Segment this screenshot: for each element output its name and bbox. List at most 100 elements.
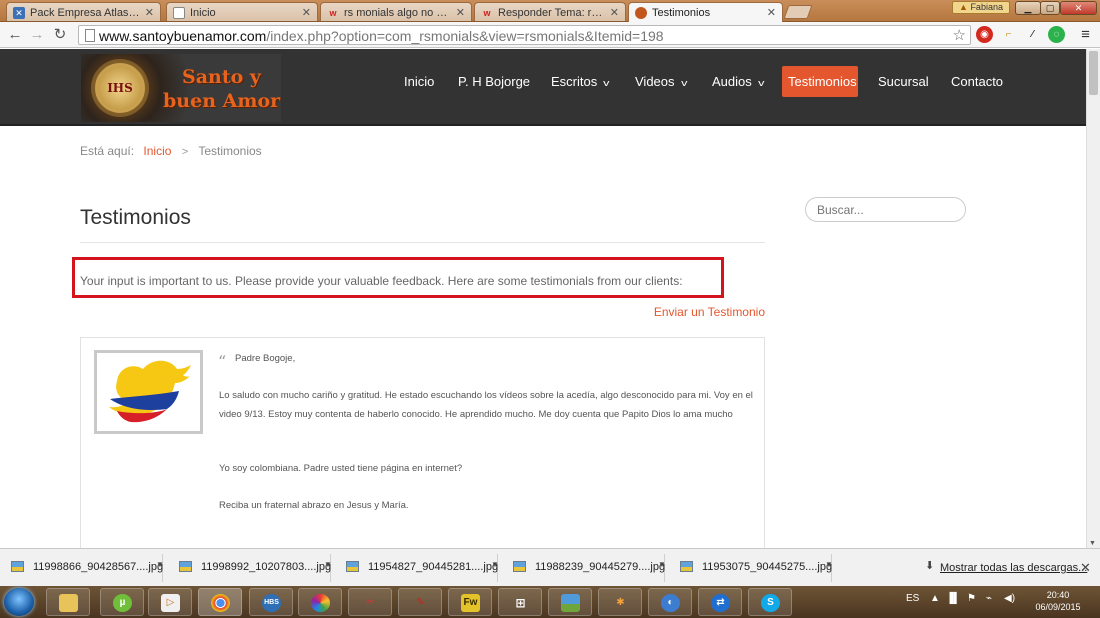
download-arrow-icon: ⬇ xyxy=(925,560,935,572)
browser-tab[interactable]: w rs monials algo no se trad ✕ xyxy=(320,2,472,22)
breadcrumb-home-link[interactable]: Inicio xyxy=(143,144,171,158)
address-bar[interactable]: www.santoybuenamor.com/index.php?option=… xyxy=(78,25,971,45)
chevron-down-icon: v xyxy=(680,78,687,88)
close-icon[interactable]: ✕ xyxy=(145,6,154,19)
user-profile-chip[interactable]: ▲ Fabiana xyxy=(952,1,1010,14)
logo-text-line2: buen Amor xyxy=(163,90,281,112)
send-testimonial-link[interactable]: Enviar un Testimonio xyxy=(654,305,765,319)
system-clock[interactable]: 20:40 06/09/2015 xyxy=(1030,589,1086,613)
clock-time: 20:40 xyxy=(1046,590,1070,600)
teamviewer-icon[interactable]: ⇄ xyxy=(698,588,742,616)
scroll-down-icon[interactable]: ▼ xyxy=(1089,540,1096,547)
tab-title: rs monials algo no se trad xyxy=(344,6,452,19)
photo-viewer-icon[interactable] xyxy=(548,588,592,616)
tools-icon[interactable]: ✂ xyxy=(348,588,392,616)
writer-icon[interactable]: ✎ xyxy=(398,588,442,616)
nav-item-ph-bojorge[interactable]: P. H Bojorge xyxy=(452,66,536,97)
testimonial-paragraph: Reciba un fraternal abrazo en Jesus y Ma… xyxy=(219,500,409,511)
browser-tab[interactable]: Inicio ✕ xyxy=(166,2,318,22)
new-tab-button[interactable] xyxy=(783,5,813,19)
back-icon[interactable]: ← xyxy=(6,26,24,44)
close-icon[interactable]: ✕ xyxy=(767,6,776,19)
download-item[interactable]: 11953075_90445275....jpg ▼ xyxy=(669,554,833,582)
nav-item-sucursal[interactable]: Sucursal xyxy=(872,66,935,97)
start-button[interactable] xyxy=(4,588,34,616)
skype-icon[interactable]: S xyxy=(748,588,792,616)
media-center-icon[interactable]: ◐ xyxy=(648,588,692,616)
apps-grid-icon[interactable]: ⊞ xyxy=(498,588,542,616)
volume-icon[interactable]: ◀) xyxy=(1004,593,1015,604)
download-item[interactable]: 11954827_90445281....jpg ▼ xyxy=(335,554,499,582)
utorrent-icon[interactable]: µ xyxy=(100,588,144,616)
download-item[interactable]: 11998992_10207803....jpg ▼ xyxy=(168,554,332,582)
vertical-scrollbar[interactable]: ▼ xyxy=(1086,49,1100,548)
chevron-down-icon[interactable]: ▼ xyxy=(658,560,666,569)
forward-icon[interactable]: → xyxy=(28,26,46,44)
maximize-button[interactable]: ▢ xyxy=(1040,1,1060,15)
power-icon[interactable]: ⌁ xyxy=(986,593,992,604)
language-indicator[interactable]: ES xyxy=(906,593,919,604)
tab-title: Responder Tema: rs monia xyxy=(498,6,606,19)
close-icon[interactable]: ✕ xyxy=(610,6,619,19)
title-divider xyxy=(80,242,765,243)
chevron-down-icon[interactable]: ▼ xyxy=(156,560,164,569)
explorer-icon[interactable] xyxy=(46,588,90,616)
logo-text-line1: Santo y xyxy=(182,66,261,88)
tray-arrow-icon[interactable]: ▲ xyxy=(930,593,940,604)
ihs-seal-icon: IHS xyxy=(95,63,145,113)
search-input[interactable] xyxy=(805,197,966,222)
nav-label: Contacto xyxy=(951,74,1004,89)
chrome-menu-icon[interactable]: ≡ xyxy=(1077,26,1094,43)
chevron-down-icon[interactable]: ▼ xyxy=(491,560,499,569)
testimonial-paragraph: Lo saludo con mucho cariño y gratitud. H… xyxy=(219,390,753,420)
close-icon[interactable]: ✕ xyxy=(456,6,465,19)
reload-icon[interactable]: ↻ xyxy=(51,26,69,44)
w-logo-icon: w xyxy=(329,7,337,18)
clock-date: 06/09/2015 xyxy=(1035,602,1081,612)
fireworks-icon[interactable]: Fw xyxy=(448,588,492,616)
page-icon xyxy=(85,29,95,42)
nav-item-escritos[interactable]: Escritos v xyxy=(545,66,615,97)
network-icon[interactable]: ▐▌ xyxy=(946,593,960,604)
show-all-downloads-link[interactable]: Mostrar todas las descargas... xyxy=(940,562,1087,574)
chevron-down-icon[interactable]: ▼ xyxy=(825,560,833,569)
close-icon[interactable]: ✕ xyxy=(1080,560,1091,576)
browser-tab[interactable]: w Responder Tema: rs monia ✕ xyxy=(474,2,626,22)
browser-tab[interactable]: ✕ Pack Empresa Atlas - Adm ✕ xyxy=(6,2,161,22)
game-icon[interactable]: ✱ xyxy=(598,588,642,616)
nav-label: Inicio xyxy=(404,74,435,89)
download-item[interactable]: 11988239_90445279....jpg ▼ xyxy=(502,554,666,582)
scrollbar-thumb[interactable] xyxy=(1089,51,1098,95)
url-host: www.santoybuenamor.com xyxy=(99,28,267,44)
download-filename: 11953075_90445275....jpg xyxy=(702,561,833,573)
picasa-icon[interactable] xyxy=(298,588,342,616)
adblock-icon[interactable]: ◉ xyxy=(976,26,993,43)
bookmark-star-icon[interactable]: ☆ xyxy=(953,26,966,44)
action-center-flag-icon[interactable]: ⚑ xyxy=(967,593,976,604)
chrome-icon[interactable] xyxy=(198,588,242,616)
nav-item-audios[interactable]: Audios v xyxy=(706,66,769,97)
nav-item-contacto[interactable]: Contacto xyxy=(945,66,1009,97)
url-text[interactable]: www.santoybuenamor.com/index.php?option=… xyxy=(99,28,664,44)
chevron-down-icon[interactable]: ▼ xyxy=(324,560,332,569)
nav-item-inicio[interactable]: Inicio xyxy=(398,66,440,97)
tab-title: Testimonios xyxy=(652,6,711,19)
minimize-button[interactable]: ▁ xyxy=(1015,1,1041,15)
avatar xyxy=(94,350,203,434)
pen-extension-icon[interactable]: ⁄ xyxy=(1024,26,1041,43)
testimonial-card: “ Padre Bogoje, Lo saludo con mucho cari… xyxy=(80,337,765,548)
green-extension-icon[interactable]: ◌ xyxy=(1048,26,1065,43)
download-item[interactable]: 11998866_90428567....jpg ▼ xyxy=(0,554,164,582)
nav-label: Escritos xyxy=(551,74,598,89)
browser-tab-active[interactable]: Testimonios ✕ xyxy=(628,2,783,22)
nav-item-testimonios[interactable]: Testimonios xyxy=(782,66,858,97)
window-close-button[interactable]: ✕ xyxy=(1060,1,1097,15)
media-player-icon[interactable]: ▷ xyxy=(148,588,192,616)
site-logo[interactable]: IHS Santo y buen Amor xyxy=(81,54,281,122)
hbs-icon[interactable]: HBS xyxy=(249,588,293,616)
nav-item-videos[interactable]: Videos v xyxy=(629,66,692,97)
bookmark-extension-icon[interactable]: ⌐ xyxy=(1000,26,1017,43)
close-icon[interactable]: ✕ xyxy=(302,6,311,19)
chevron-right-icon: > xyxy=(181,146,189,158)
image-file-icon xyxy=(179,561,192,572)
